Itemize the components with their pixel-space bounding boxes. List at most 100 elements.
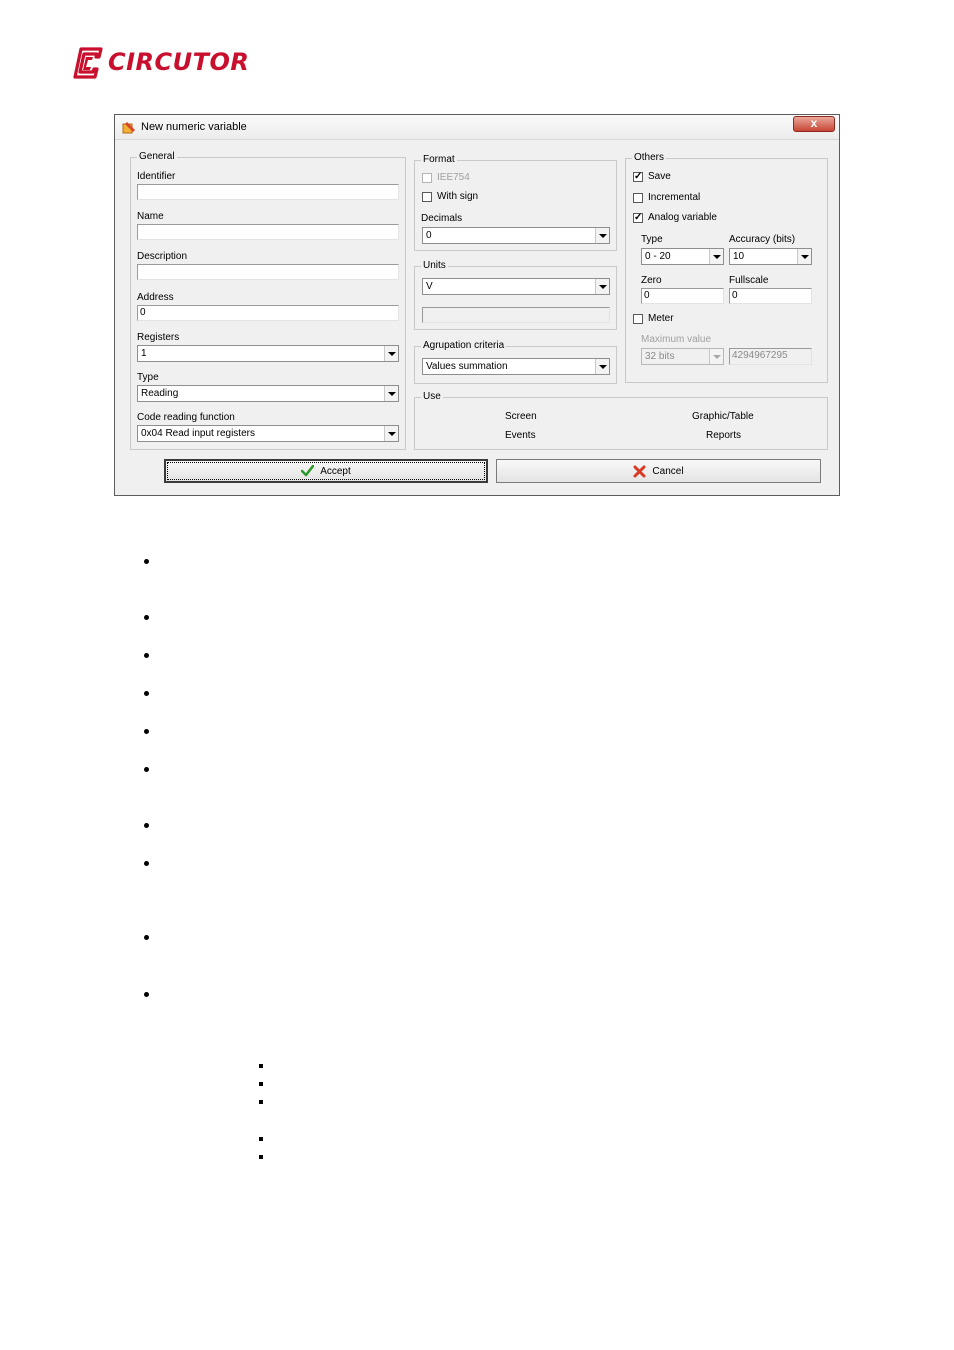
bullet-marker [144, 935, 149, 940]
meter-checkbox[interactable] [633, 314, 643, 324]
use-reports-label[interactable]: Reports [706, 430, 741, 442]
cancel-button[interactable]: Cancel [496, 459, 821, 483]
chevron-down-icon[interactable] [797, 249, 811, 264]
address-field[interactable]: 0 [137, 305, 399, 321]
use-graphic-table-label[interactable]: Graphic/Table [692, 411, 754, 423]
incremental-checkbox[interactable] [633, 193, 643, 203]
code-reading-label: Code reading function [137, 412, 235, 423]
analog-type-value: 0 - 20 [645, 251, 671, 262]
incremental-label: Incremental [648, 192, 701, 203]
chevron-down-icon[interactable] [384, 426, 398, 441]
accuracy-select[interactable]: 10 [729, 248, 812, 265]
sub-bullet-marker [259, 1100, 263, 1104]
sub-bullet-marker [259, 1155, 263, 1159]
zero-label: Zero [641, 275, 662, 286]
analog-type-select[interactable]: 0 - 20 [641, 248, 724, 265]
registers-select[interactable]: 1 [137, 345, 399, 362]
meter-label: Meter [648, 313, 674, 324]
address-label: Address [137, 292, 174, 303]
name-field[interactable] [137, 224, 399, 240]
chevron-down-icon[interactable] [709, 349, 723, 364]
identifier-label: Identifier [137, 171, 176, 182]
agrupation-select[interactable]: Values summation [422, 358, 610, 375]
code-reading-value: 0x04 Read input registers [141, 428, 255, 439]
accuracy-value: 10 [733, 251, 745, 262]
description-label: Description [137, 251, 188, 262]
custom-units-field[interactable] [422, 307, 610, 323]
chevron-down-icon[interactable] [595, 279, 609, 294]
agrupation-legend: Agrupation criteria [421, 340, 507, 352]
agrupation-group: Agrupation criteria Values summation [414, 340, 617, 384]
bullet-marker [144, 823, 149, 828]
cancel-x-icon [633, 465, 646, 477]
units-value: V [426, 281, 433, 292]
bullet-marker [144, 767, 149, 772]
use-legend: Use [421, 391, 443, 403]
with-sign-checkbox[interactable] [422, 192, 432, 202]
units-legend: Units [421, 260, 448, 272]
type-label: Type [137, 372, 159, 383]
analog-variable-checkbox[interactable]: ✓ [633, 213, 643, 223]
analog-variable-label: Analog variable [648, 212, 717, 223]
decimals-label: Decimals [421, 213, 463, 224]
accuracy-label: Accuracy (bits) [729, 234, 796, 245]
units-group: Units V [414, 260, 617, 330]
brand-name: CIRCUTOR [108, 48, 250, 76]
analog-type-label: Type [641, 234, 663, 245]
max-bits-value: 32 bits [645, 351, 675, 362]
use-events-label[interactable]: Events [505, 430, 536, 442]
circutor-logo: CIRCUTOR [72, 46, 252, 80]
cancel-label: Cancel [652, 465, 684, 477]
close-button[interactable]: x [793, 116, 835, 132]
save-checkbox[interactable]: ✓ [633, 172, 643, 182]
chevron-down-icon[interactable] [709, 249, 723, 264]
format-group: Format IEE754 With sign Decimals 0 [414, 154, 617, 251]
max-bits-select[interactable]: 32 bits [641, 348, 724, 365]
save-label: Save [648, 171, 671, 182]
maximum-value-field[interactable]: 4294967295 [729, 348, 812, 365]
bullet-marker [144, 992, 149, 997]
description-field[interactable] [137, 264, 399, 280]
circutor-logo-icon [73, 47, 103, 79]
identifier-field[interactable] [137, 184, 399, 200]
sub-bullet-marker [259, 1137, 263, 1141]
type-select[interactable]: Reading [137, 385, 399, 402]
dialog-title: New numeric variable [141, 121, 247, 133]
zero-field[interactable]: 0 [641, 288, 724, 304]
sub-bullet-marker [259, 1082, 263, 1086]
decimals-select[interactable]: 0 [422, 227, 610, 244]
fullscale-label: Fullscale [729, 275, 769, 286]
sub-bullet-marker [259, 1064, 263, 1068]
iee754-checkbox[interactable] [422, 173, 432, 183]
use-group: Use Screen Graphic/Table Events Reports [414, 391, 828, 450]
agrupation-value: Values summation [426, 361, 508, 372]
name-label: Name [137, 211, 164, 222]
general-legend: General [137, 151, 177, 163]
fullscale-field[interactable]: 0 [729, 288, 812, 304]
with-sign-label: With sign [437, 191, 479, 202]
dialog-titlebar[interactable]: New numeric variable x [115, 115, 839, 140]
bullet-marker [144, 615, 149, 620]
bullet-marker [144, 729, 149, 734]
bullet-marker [144, 653, 149, 658]
maximum-value-label: Maximum value [641, 334, 712, 345]
chevron-down-icon[interactable] [384, 346, 398, 361]
bullet-marker [144, 691, 149, 696]
chevron-down-icon[interactable] [384, 386, 398, 401]
checkmark-icon [301, 465, 315, 477]
others-group: Others ✓ Save Incremental ✓ Analog varia… [625, 152, 828, 383]
chevron-down-icon[interactable] [595, 359, 609, 374]
chevron-down-icon[interactable] [595, 228, 609, 243]
general-group: General Identifier Name Description Addr… [130, 151, 406, 450]
close-icon: x [810, 116, 818, 130]
use-screen-label[interactable]: Screen [505, 411, 537, 423]
code-reading-select[interactable]: 0x04 Read input registers [137, 425, 399, 442]
bullet-marker [144, 559, 149, 564]
accept-label: Accept [320, 465, 351, 477]
accept-button[interactable]: Accept [164, 459, 488, 483]
units-select[interactable]: V [422, 278, 610, 295]
new-numeric-variable-dialog: New numeric variable x General Identifie… [114, 114, 840, 496]
app-icon [122, 122, 135, 134]
decimals-value: 0 [426, 230, 432, 241]
others-legend: Others [632, 152, 667, 164]
